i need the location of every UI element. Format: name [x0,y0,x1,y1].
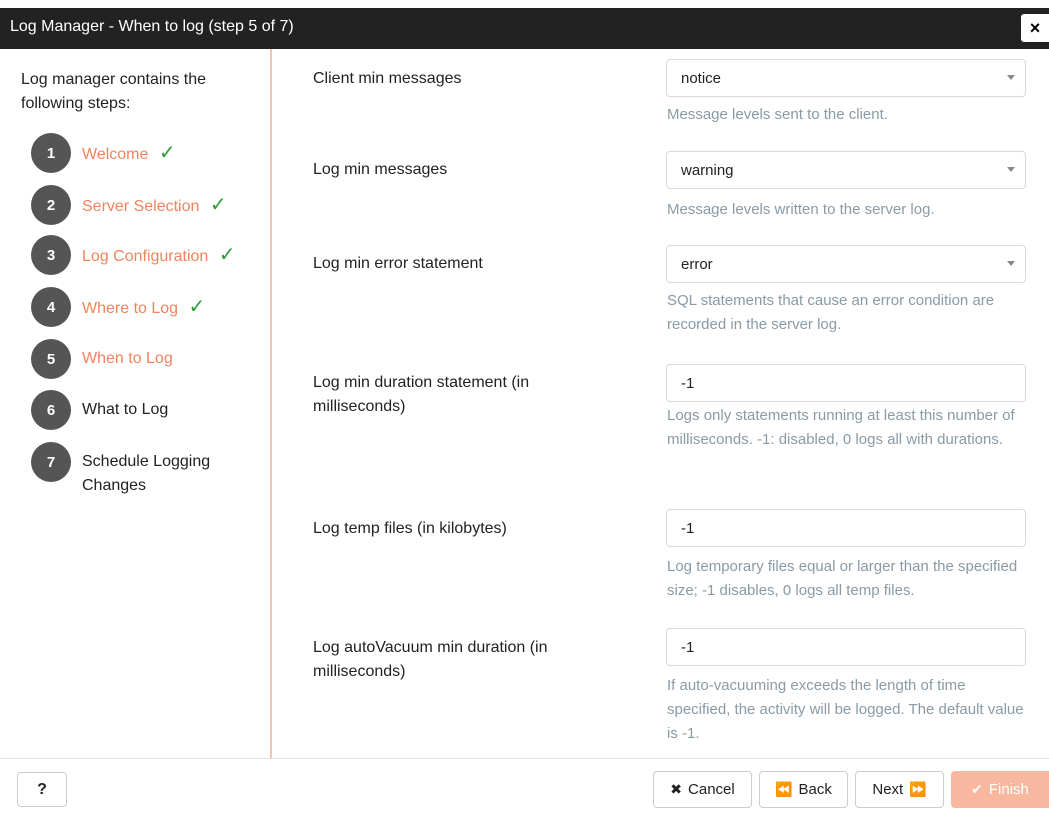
client-min-messages-help: Message levels sent to the client. [667,106,888,123]
close-button[interactable]: × [1021,14,1049,42]
step-what-to-log: 6 What to Log [31,390,168,430]
input-value: -1 [681,638,695,656]
log-min-duration-statement-help: Logs only statements running at least th… [667,407,1015,448]
log-min-duration-statement-label: Log min duration statement (in milliseco… [313,374,530,415]
chevron-down-icon [1007,261,1015,266]
step-welcome: 1 Welcome ✓ [31,133,176,173]
step-number-badge: 1 [31,133,71,173]
log-min-messages-label: Log min messages [313,161,448,178]
next-label: Next [872,781,904,798]
log-temp-files-label: Log temp files (in kilobytes) [313,520,507,537]
step-schedule-logging-changes: 7 Schedule Logging Changes [31,442,242,498]
help-icon: ? [37,780,47,798]
step-label: Server Selection [82,198,200,215]
log-min-duration-statement-input[interactable]: -1 [666,364,1026,402]
back-label: Back [798,781,832,798]
checkmark-icon: ✓ [158,142,176,164]
step-label: Where to Log [82,300,179,317]
select-value: warning [681,161,734,179]
log-autovacuum-min-duration-input[interactable]: -1 [666,628,1026,666]
fast-backward-icon: ⏪ [775,781,793,797]
close-icon: × [1029,17,1041,38]
step-label: Welcome [82,146,149,163]
cancel-label: Cancel [688,781,735,798]
finish-label: Finish [988,781,1029,798]
chevron-down-icon [1007,167,1015,172]
check-icon: ✔ [971,781,983,797]
fast-forward-icon: ⏩ [909,781,927,797]
step-number-badge: 3 [31,235,71,275]
step-log-configuration: 3 Log Configuration ✓ [31,235,236,275]
log-temp-files-input[interactable]: -1 [666,509,1026,547]
checkmark-icon: ✓ [218,244,236,266]
dialog-titlebar: Log Manager - When to log (step 5 of 7) … [0,0,1049,49]
select-value: error [681,255,713,273]
log-min-messages-help: Message levels written to the server log… [667,201,935,218]
dialog-title: Log Manager - When to log (step 5 of 7) [10,18,294,35]
step-number-badge: 7 [31,442,71,482]
wizard-steps-panel: Log manager contains the following steps… [0,49,272,758]
log-temp-files-help: Log temporary files equal or larger than… [667,558,1018,599]
step-number-badge: 5 [31,339,71,379]
chevron-down-icon [1007,75,1015,80]
back-button[interactable]: ⏪ Back [759,771,848,808]
step-label: Schedule Logging Changes [82,453,211,494]
step-label: What to Log [82,401,169,418]
client-min-messages-label: Client min messages [313,70,462,87]
steps-intro: Log manager contains the following steps… [21,71,207,112]
when-to-log-form: Client min messages notice Message level… [272,49,1049,758]
log-min-error-statement-label: Log min error statement [313,255,483,272]
input-value: -1 [681,519,695,537]
step-when-to-log: 5 When to Log [31,339,173,379]
input-value: -1 [681,374,695,392]
finish-button[interactable]: ✔ Finish [951,771,1049,808]
help-button[interactable]: ? [17,772,67,807]
checkmark-icon: ✓ [188,296,206,318]
checkmark-icon: ✓ [209,194,227,216]
step-label: Log Configuration [82,248,209,265]
cancel-button[interactable]: ✖ Cancel [653,771,752,808]
dialog-footer: ? ✖ Cancel ⏪ Back Next ⏩ ✔ Finish [0,758,1049,817]
close-icon: ✖ [670,781,683,797]
step-number-badge: 4 [31,287,71,327]
step-label: When to Log [82,350,173,367]
select-value: notice [681,69,722,87]
log-min-messages-select[interactable]: warning [666,151,1026,189]
log-min-error-statement-help: SQL statements that cause an error condi… [667,292,995,333]
next-button[interactable]: Next ⏩ [855,771,944,808]
client-min-messages-select[interactable]: notice [666,59,1026,97]
log-autovacuum-min-duration-label: Log autoVacuum min duration (in millisec… [313,639,548,680]
step-number-badge: 6 [31,390,71,430]
log-min-error-statement-select[interactable]: error [666,245,1026,283]
log-autovacuum-min-duration-help: If auto-vacuuming exceeds the length of … [667,677,1024,742]
step-where-to-log: 4 Where to Log ✓ [31,287,205,327]
step-number-badge: 2 [31,185,71,225]
step-server-selection: 2 Server Selection ✓ [31,185,227,225]
